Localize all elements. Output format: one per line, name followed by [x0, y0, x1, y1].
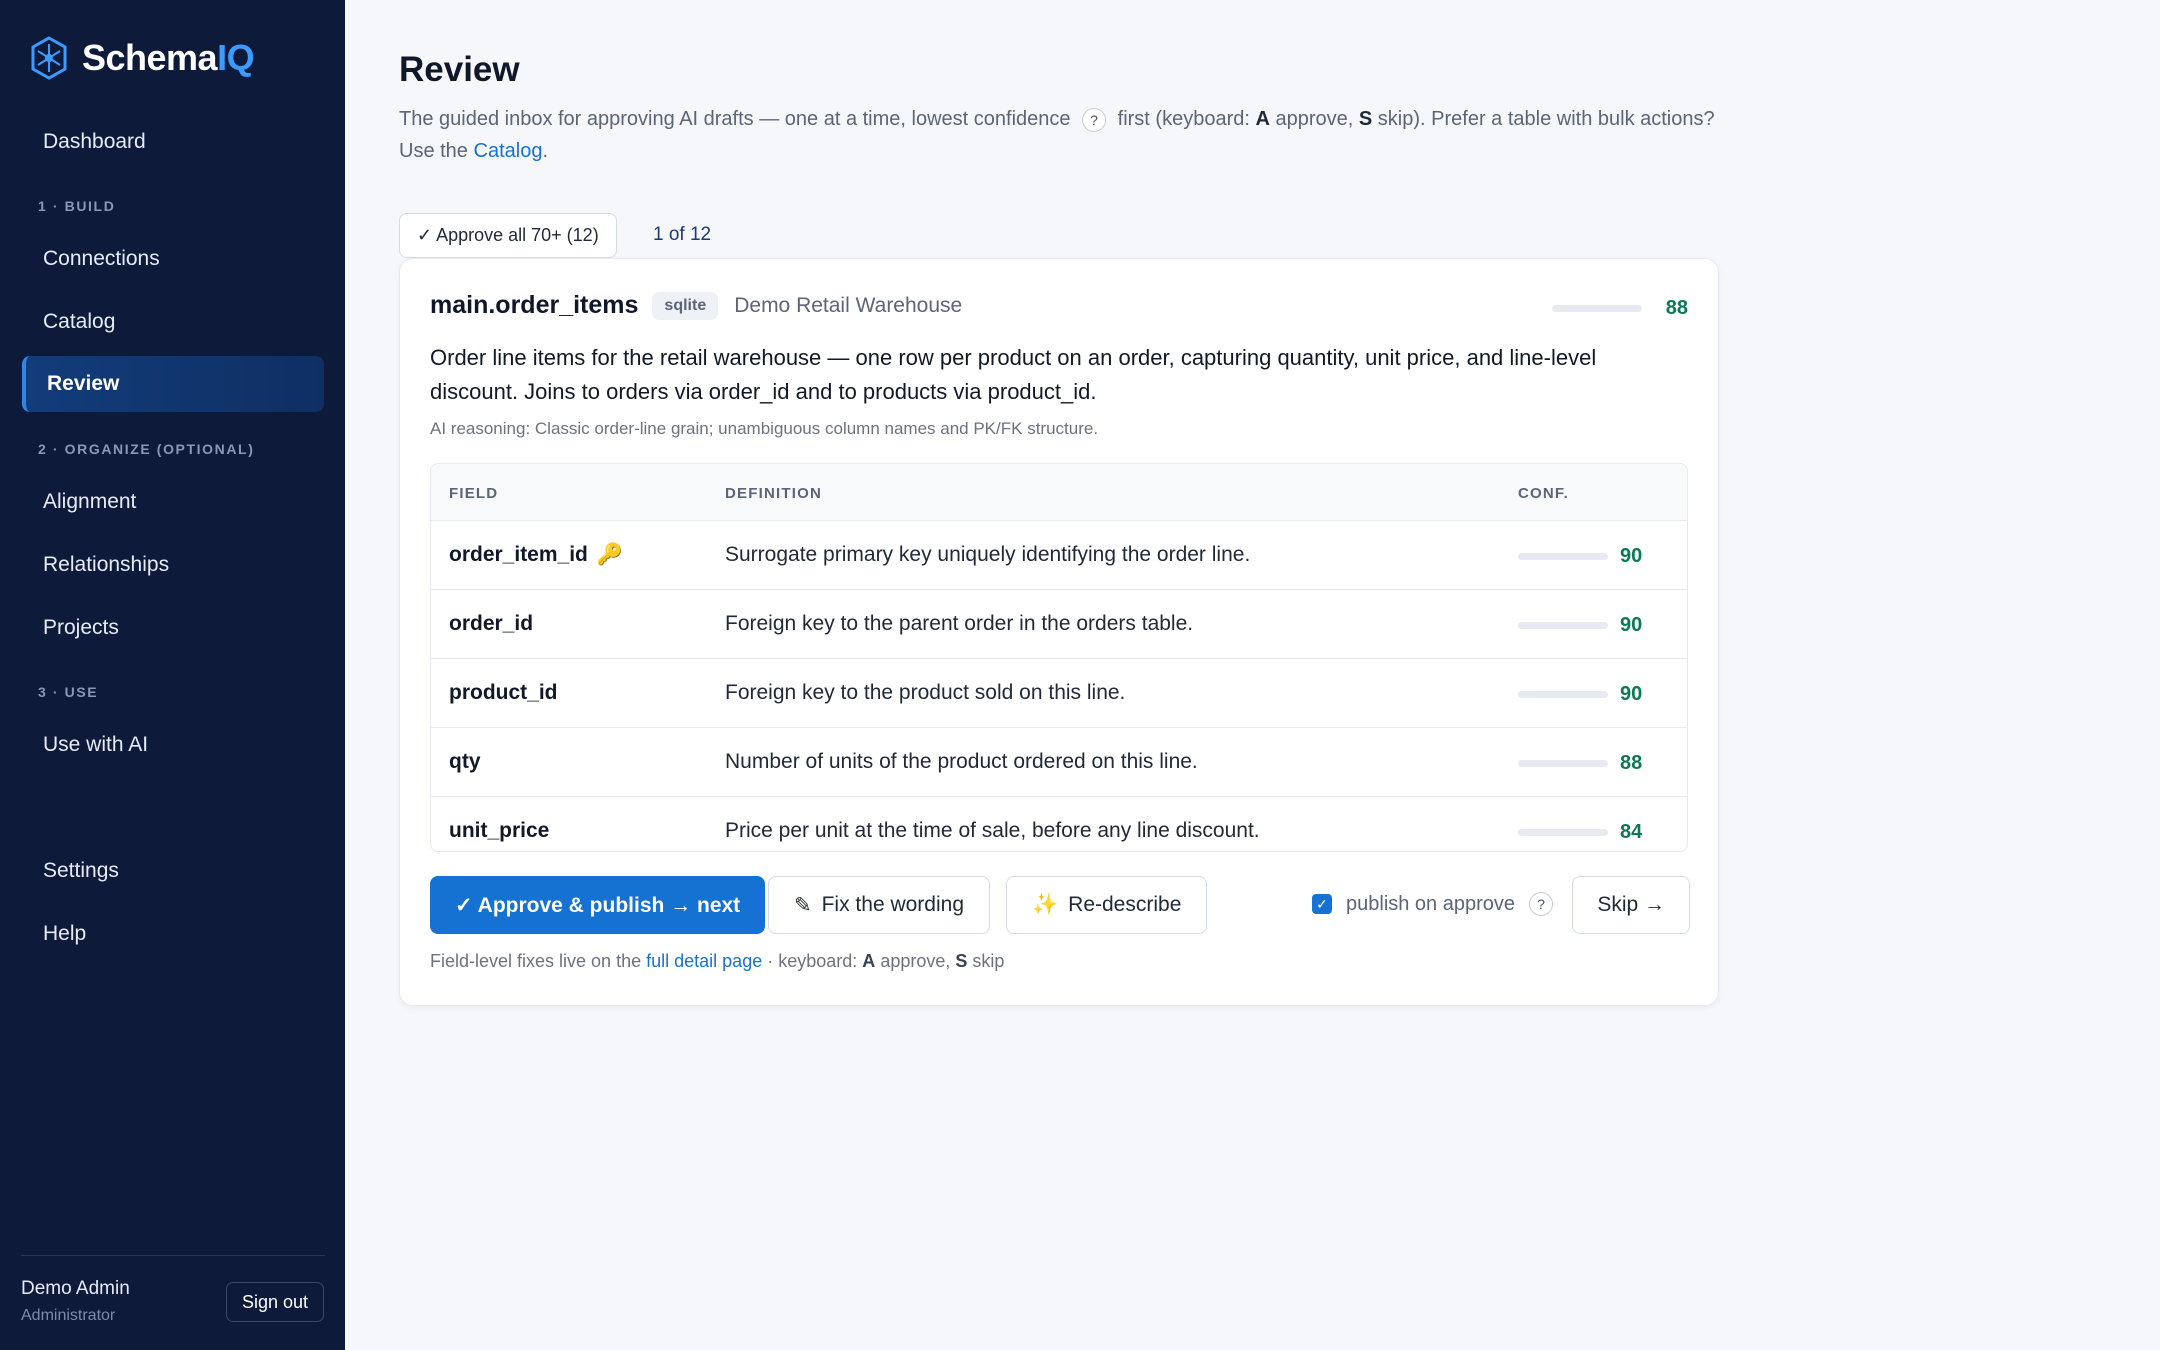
sidebar-item-help[interactable]: Help [22, 906, 324, 962]
confidence-value: 90 [1620, 614, 1643, 636]
field-definition: Number of units of the product ordered o… [725, 750, 1198, 773]
sidebar-item-use-with-ai[interactable]: Use with AI [22, 717, 324, 773]
confidence-value: 90 [1620, 683, 1643, 705]
fix-wording-button[interactable]: ✎ Fix the wording [768, 876, 991, 934]
field-name: order_item_id 🔑 [449, 543, 624, 566]
table-row[interactable]: order_id Foreign key to the parent order … [431, 590, 1687, 659]
user-name: Demo Admin [21, 1278, 130, 1299]
table-row[interactable]: unit_price Price per unit at the time of … [431, 797, 1687, 851]
sidebar-item-alignment[interactable]: Alignment [22, 474, 324, 530]
approve-publish-next-button[interactable]: ✓ Approve & publish → next [430, 876, 766, 934]
nav-section-organize: 2 · ORGANIZE (OPTIONAL) [38, 441, 255, 457]
column-header-conf: CONF. [1518, 485, 1569, 502]
page-description: The guided inbox for approving AI drafts… [399, 107, 1715, 162]
sidebar-item-catalog[interactable]: Catalog [22, 294, 324, 350]
confidence-value: 88 [1665, 297, 1688, 319]
engine-badge: sqlite [652, 291, 719, 320]
ai-reasoning: AI reasoning: Classic order-line grain; … [430, 419, 1099, 438]
field-name: qty [449, 750, 481, 773]
sidebar-item-projects[interactable]: Projects [22, 600, 324, 656]
source-name: Demo Retail Warehouse [734, 293, 963, 317]
full-detail-page-link[interactable]: full detail page [646, 951, 762, 971]
catalog-link[interactable]: Catalog [474, 140, 543, 162]
re-describe-button[interactable]: ✨ Re-describe [1006, 876, 1208, 934]
table-row[interactable]: qty Number of units of the product ordere… [431, 728, 1687, 797]
approve-all-button[interactable]: ✓ Approve all 70+ (12) [399, 213, 617, 258]
confidence-bar [1518, 760, 1608, 767]
fields-table: FIELD DEFINITION CONF. order_item_id 🔑 Sur… [430, 463, 1688, 852]
field-confidence: 90 [1518, 614, 1642, 637]
sidebar-divider [21, 1255, 325, 1256]
confidence-value: 88 [1620, 752, 1643, 774]
sign-out-button[interactable]: Sign out [226, 1282, 324, 1322]
page-title: Review [399, 50, 520, 89]
field-confidence: 90 [1518, 683, 1642, 706]
user-role: Administrator [21, 1307, 116, 1324]
publish-checkbox[interactable]: ✓ [1312, 894, 1332, 914]
confidence-value: 84 [1620, 821, 1643, 843]
review-counter: 1 of 12 [653, 224, 712, 245]
card-header: main.order_items sqlite Demo Retail Ware… [430, 291, 962, 320]
hexagon-logo-icon [31, 36, 67, 80]
sidebar-item-connections[interactable]: Connections [22, 231, 324, 287]
fields-table-header: FIELD DEFINITION CONF. [431, 464, 1687, 521]
table-confidence: 88 [1551, 297, 1688, 320]
confidence-value: 90 [1620, 545, 1643, 567]
sidebar-item-dashboard[interactable]: Dashboard [22, 114, 324, 170]
help-icon[interactable]: ? [1082, 107, 1107, 132]
help-icon[interactable]: ? [1529, 892, 1554, 916]
publish-on-approve-toggle: ✓ publish on approve ? [1312, 892, 1554, 916]
confidence-bar [1518, 622, 1608, 629]
confidence-bar [1518, 553, 1608, 560]
skip-button[interactable]: Skip → [1572, 876, 1690, 934]
field-confidence: 90 [1518, 545, 1642, 568]
field-name: order_id [449, 612, 534, 635]
nav-section-build: 1 · BUILD [38, 198, 116, 214]
confidence-bar [1518, 829, 1608, 836]
sidebar: SchemaIQ Dashboard 1 · BUILD Connections… [0, 0, 345, 1350]
confidence-bar [1518, 691, 1608, 698]
field-name: product_id [449, 681, 558, 704]
table-description: Order line items for the retail warehous… [430, 345, 1597, 404]
field-confidence: 88 [1518, 752, 1642, 775]
confidence-bar [1551, 305, 1642, 312]
sidebar-item-review[interactable]: Review [22, 356, 324, 412]
field-definition: Surrogate primary key uniquely identifyi… [725, 543, 1251, 566]
brand-logo[interactable]: SchemaIQ [30, 36, 255, 80]
table-row[interactable]: product_id Foreign key to the product sol… [431, 659, 1687, 728]
field-confidence: 84 [1518, 821, 1642, 844]
pencil-icon: ✎ [794, 893, 812, 917]
column-header-definition: DEFINITION [725, 485, 822, 502]
column-header-field: FIELD [449, 485, 499, 502]
sidebar-item-settings[interactable]: Settings [22, 843, 324, 899]
nav-section-use: 3 · USE [38, 684, 99, 700]
key-icon: 🔑 [596, 543, 624, 566]
publish-label: publish on approve [1346, 892, 1516, 915]
footnote: Field-level fixes live on the full detai… [430, 951, 1005, 971]
table-name: main.order_items [430, 291, 639, 319]
sparkles-icon: ✨ [1032, 893, 1059, 916]
field-definition: Foreign key to the parent order in the o… [725, 612, 1194, 635]
table-row[interactable]: order_item_id 🔑 Surrogate primary key uniq… [431, 521, 1687, 590]
field-definition: Price per unit at the time of sale, befo… [725, 819, 1260, 842]
field-definition: Foreign key to the product sold on this … [725, 681, 1126, 704]
brand-name: SchemaIQ [82, 37, 255, 78]
action-bar: ✓ Approve & publish → next ✎ Fix the wor… [430, 876, 1690, 934]
sidebar-item-relationships[interactable]: Relationships [22, 537, 324, 593]
field-name: unit_price [449, 819, 550, 842]
review-card: main.order_items sqlite Demo Retail Ware… [399, 258, 1719, 1006]
